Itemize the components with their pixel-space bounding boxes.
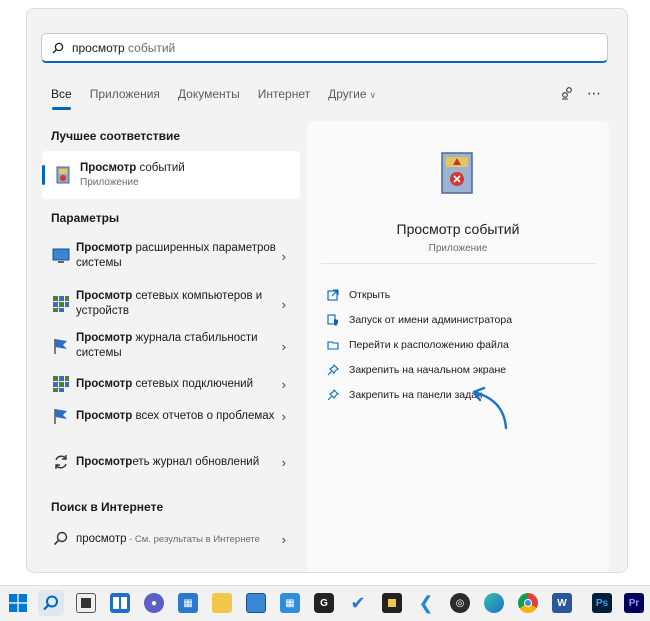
- best-match-result[interactable]: Просмотр событий Приложение: [42, 151, 300, 199]
- folder-icon: [327, 341, 339, 350]
- settings-update-history[interactable]: Просмотреть журнал обновлений ›: [42, 453, 300, 471]
- chevron-down-icon: ∨: [369, 90, 377, 100]
- preview-title: Просмотр событий: [396, 221, 520, 237]
- sticky-app-icon[interactable]: [382, 593, 402, 613]
- best-match-subtitle: Приложение: [80, 176, 139, 188]
- action-open[interactable]: Открыть: [327, 289, 390, 301]
- chrome-icon[interactable]: [518, 593, 538, 613]
- settings-heading: Параметры: [51, 211, 120, 225]
- preview-pane: Просмотр событий Приложение Открыть Запу…: [307, 121, 609, 572]
- settings-network-connections[interactable]: Просмотр сетевых подключений ›: [42, 375, 300, 393]
- premiere-icon[interactable]: Pr: [624, 593, 644, 613]
- preview-subtitle: Приложение: [428, 243, 488, 254]
- divider: [321, 263, 595, 264]
- search-icon[interactable]: [38, 590, 64, 616]
- web-search-result[interactable]: просмотр - См. результаты в Интернете ›: [42, 530, 300, 548]
- settings-problem-reports[interactable]: Просмотр всех отчетов о проблемах ›: [42, 407, 300, 425]
- selection-accent: [42, 165, 45, 185]
- chevron-right-icon: ›: [281, 296, 286, 312]
- chat-icon[interactable]: ●: [144, 593, 164, 613]
- chevron-right-icon: ›: [281, 454, 286, 470]
- chevron-right-icon: ›: [281, 338, 286, 354]
- settings-network-computers[interactable]: Просмотр сетевых компьютеров и устройств…: [42, 289, 300, 319]
- control-panel-icon[interactable]: [246, 593, 266, 613]
- network-grid-icon: [53, 376, 69, 392]
- start-icon[interactable]: [8, 593, 28, 613]
- event-viewer-icon: [441, 152, 473, 194]
- settings-stability-log[interactable]: Просмотр журнала стабильности системы ›: [42, 331, 300, 361]
- settings-advanced-system[interactable]: Просмотр расширенных параметров системы …: [42, 241, 300, 271]
- action-pin-start[interactable]: Закрепить на начальном экране: [327, 364, 506, 376]
- chevron-right-icon: ›: [281, 408, 286, 424]
- action-open-file-location[interactable]: Перейти к расположению файла: [327, 339, 509, 351]
- task-view-icon[interactable]: [76, 593, 96, 613]
- tab-documents[interactable]: Документы: [178, 87, 240, 101]
- best-match-title: Просмотр событий: [80, 161, 185, 174]
- annotation-arrow-icon: [472, 386, 508, 430]
- search-input[interactable]: просмотр событий: [41, 33, 608, 63]
- obs-icon[interactable]: ◎: [450, 593, 470, 613]
- photoshop-icon[interactable]: Ps: [592, 593, 612, 613]
- tab-all[interactable]: Все: [51, 87, 72, 110]
- search-panel: просмотр событий Все Приложения Документ…: [26, 8, 628, 573]
- todo-check-icon[interactable]: ✔: [348, 593, 368, 613]
- store-icon[interactable]: ▦: [178, 593, 198, 613]
- best-match-heading: Лучшее соответствие: [51, 129, 181, 143]
- chevron-right-icon: ›: [281, 376, 286, 392]
- chevron-right-icon: ›: [281, 248, 286, 264]
- g-app-icon[interactable]: G: [314, 593, 334, 613]
- flag-icon: [54, 409, 67, 424]
- action-run-as-admin[interactable]: Запуск от имени администратора: [327, 314, 512, 326]
- pin-icon: [327, 389, 339, 401]
- tab-apps[interactable]: Приложения: [90, 87, 160, 101]
- event-viewer-icon: [56, 166, 70, 184]
- open-icon: [327, 289, 339, 301]
- tab-internet[interactable]: Интернет: [258, 87, 310, 101]
- sync-icon: [55, 455, 67, 469]
- taskbar: ● ▦ ▦ G ✔ ❮ ◎ W Ps Pr: [0, 585, 650, 621]
- switch-account-icon[interactable]: [557, 83, 577, 103]
- shield-icon: [327, 314, 338, 326]
- pin-icon: [327, 364, 339, 376]
- search-query: просмотр событий: [72, 40, 176, 55]
- more-options-icon[interactable]: ⋯: [584, 83, 604, 103]
- monitor-settings-icon: [52, 248, 70, 263]
- search-icon: [52, 42, 64, 53]
- word-icon[interactable]: W: [552, 593, 572, 613]
- network-grid-icon: [53, 296, 69, 312]
- flag-icon: [54, 339, 67, 354]
- building-icon[interactable]: ▦: [280, 593, 300, 613]
- file-explorer-icon[interactable]: [212, 593, 232, 613]
- web-search-heading: Поиск в Интернете: [51, 500, 164, 514]
- chevron-right-icon: ›: [281, 531, 286, 547]
- widgets-icon[interactable]: [110, 593, 130, 613]
- search-icon: [53, 531, 68, 546]
- tab-other[interactable]: Другие ∨: [328, 87, 376, 101]
- vscode-icon[interactable]: ❮: [416, 593, 436, 613]
- filter-tabs: Все Приложения Документы Интернет Другие…: [51, 87, 394, 115]
- edge-icon[interactable]: [484, 593, 504, 613]
